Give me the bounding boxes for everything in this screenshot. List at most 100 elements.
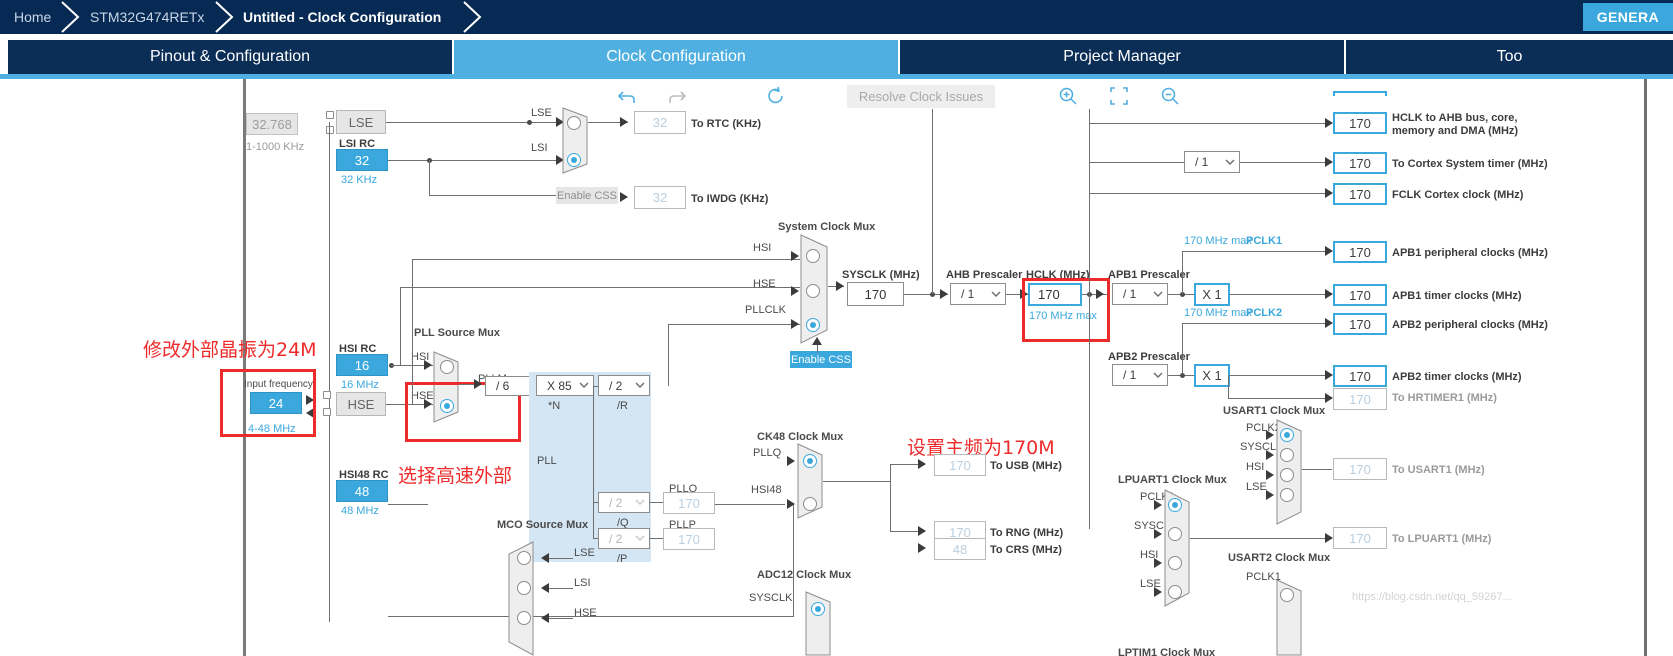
hse-pin-stub-top	[323, 391, 331, 399]
usart2-option-pclk1[interactable]	[1280, 588, 1294, 602]
chevron-down-icon	[1149, 291, 1167, 298]
arrow-icon	[918, 459, 926, 469]
usart1-input-hsi-label: HSI	[1246, 461, 1265, 473]
apb1-prescaler-select[interactable]: / 1	[1112, 283, 1168, 305]
rtc-mux-option-lse[interactable]	[567, 116, 581, 130]
lse-source-button[interactable]: LSE	[336, 110, 386, 134]
usart1-option-lse[interactable]	[1280, 488, 1294, 502]
reset-icon[interactable]	[765, 85, 787, 107]
sysclk-enable-css-button[interactable]: Enable CSS	[790, 351, 852, 368]
arrow-icon	[918, 526, 926, 536]
tab-pinout-configuration[interactable]: Pinout & Configuration	[8, 40, 452, 74]
output-value: 170	[1349, 461, 1371, 477]
lpuart1-clock-mux-title: LPUART1 Clock Mux	[1118, 474, 1227, 486]
resolve-clock-issues-button[interactable]: Resolve Clock Issues	[847, 85, 995, 108]
redo-icon[interactable]	[666, 86, 688, 108]
fit-to-screen-icon[interactable]	[1108, 85, 1130, 107]
zoom-out-icon[interactable]	[1159, 85, 1181, 107]
sysmux-option-hse[interactable]	[806, 284, 820, 298]
wire-pllclk-to-sysmux	[668, 324, 800, 325]
output-fclk-field: 170	[1333, 183, 1387, 205]
annotation-hse-red-box	[220, 369, 316, 437]
adc12-clock-mux[interactable]	[805, 591, 831, 656]
breadcrumb-item-home[interactable]: Home	[14, 0, 51, 34]
wire-n-bus	[593, 386, 594, 539]
hsi48-value-field[interactable]: 48	[336, 480, 388, 502]
pll-mux-input-hsi-label: HSI	[411, 351, 430, 363]
lse-enable-css-button[interactable]: Enable CSS	[556, 187, 618, 204]
lpuart1-option-lse[interactable]	[1168, 585, 1182, 599]
sysclk-field[interactable]: 170	[847, 282, 904, 306]
breadcrumb-label: Untitled - Clock Configuration	[243, 9, 442, 25]
pllp-select[interactable]: / 2	[598, 528, 650, 549]
lse-value-field[interactable]: 32.768	[246, 113, 298, 135]
breadcrumb-item-mcu[interactable]: STM32G474RETx	[90, 0, 204, 34]
lpuart1-option-hsi[interactable]	[1168, 556, 1182, 570]
stm32cubemx-clock-configuration: Home STM32G474RETx Untitled - Clock Conf…	[0, 0, 1673, 656]
lsi-value: 32	[354, 152, 370, 168]
cortex-timer-prescaler-select[interactable]: / 1	[1184, 151, 1240, 173]
arrow-icon	[940, 289, 948, 299]
wire-apb2-up	[1182, 323, 1183, 375]
usart1-option-sysclk[interactable]	[1280, 448, 1294, 462]
lsi-value-field[interactable]: 32	[336, 149, 388, 171]
ck48-option-pllq[interactable]	[803, 454, 817, 468]
chevron-down-icon	[631, 499, 649, 506]
to-iwdg-value: 32	[652, 190, 668, 205]
generate-code-button[interactable]: GENERA	[1582, 3, 1673, 31]
hse-source-button[interactable]: HSE	[336, 392, 386, 416]
mco-option-lse[interactable]	[517, 551, 531, 565]
apb2-prescaler-select[interactable]: / 1	[1112, 364, 1168, 386]
arrow-icon	[620, 192, 628, 202]
wire-hrtimer	[1228, 398, 1332, 399]
mco-input-lse-label: LSE	[574, 547, 595, 559]
usart1-option-hsi[interactable]	[1280, 468, 1294, 482]
plln-select[interactable]: X 85	[536, 375, 594, 396]
mco-option-lsi[interactable]	[517, 581, 531, 595]
mco-option-hse[interactable]	[517, 611, 531, 625]
undo-icon[interactable]	[616, 86, 638, 108]
lpuart1-option-sysclk[interactable]	[1168, 527, 1182, 541]
lpuart1-option-pclk1[interactable]	[1168, 498, 1182, 512]
adc12-option-sysclk[interactable]	[811, 602, 825, 616]
wire-hsi48-out	[388, 504, 428, 505]
breadcrumb-bar: Home STM32G474RETx Untitled - Clock Conf…	[0, 0, 1673, 34]
tab-clock-configuration[interactable]: Clock Configuration	[454, 40, 898, 74]
apb2-timer-mult: X 1	[1194, 364, 1230, 387]
to-crs-field: 48	[934, 538, 986, 560]
wire-lse-bus	[329, 122, 330, 622]
sysmux-option-pllclk[interactable]	[806, 318, 820, 332]
tab-project-manager[interactable]: Project Manager	[900, 40, 1344, 74]
pllq-select[interactable]: / 2	[598, 492, 650, 513]
arrow-icon	[541, 553, 549, 563]
pllq-output-value: 170	[678, 495, 700, 511]
rtc-mux-input-lse-label: LSE	[531, 107, 552, 119]
pll-mux-option-hsi[interactable]	[440, 360, 454, 374]
chevron-down-icon	[575, 382, 593, 389]
ck48-option-hsi48[interactable]	[803, 497, 817, 511]
tab-tools[interactable]: Too	[1346, 40, 1673, 74]
apb1-pclk-label: PCLK1	[1246, 235, 1283, 247]
arrow-icon	[812, 337, 822, 345]
usart1-option-pclk2[interactable]	[1280, 428, 1294, 442]
wire-apb2-timer	[1230, 375, 1332, 376]
pllr-select[interactable]: / 2	[598, 375, 650, 396]
hsi-value-field[interactable]: 16	[336, 354, 388, 376]
ahb-prescaler-select[interactable]: / 1	[950, 283, 1006, 305]
pllm-value: / 6	[496, 379, 510, 393]
pllp-output-field: 170	[663, 528, 715, 550]
sysmux-option-hsi[interactable]	[806, 249, 820, 263]
lse-pin-stub-top	[326, 111, 334, 119]
output-hclk-ahb-field: 170	[1333, 112, 1387, 134]
ck48-input-pllq-label: PLLQ	[753, 447, 782, 459]
wire-q-out	[650, 502, 664, 503]
rtc-mux-option-lsi[interactable]	[567, 153, 581, 167]
zoom-in-icon[interactable]	[1057, 85, 1079, 107]
tab-label: Project Manager	[1063, 48, 1181, 65]
arrow-icon	[787, 499, 795, 509]
mco-input-hse-label: HSE	[574, 607, 597, 619]
breadcrumb-item-current[interactable]: Untitled - Clock Configuration	[243, 0, 441, 34]
top-partial-output-box	[1333, 91, 1387, 96]
apb2-prescaler-label: APB2 Prescaler	[1108, 351, 1190, 363]
output-value: 170	[1349, 186, 1371, 202]
